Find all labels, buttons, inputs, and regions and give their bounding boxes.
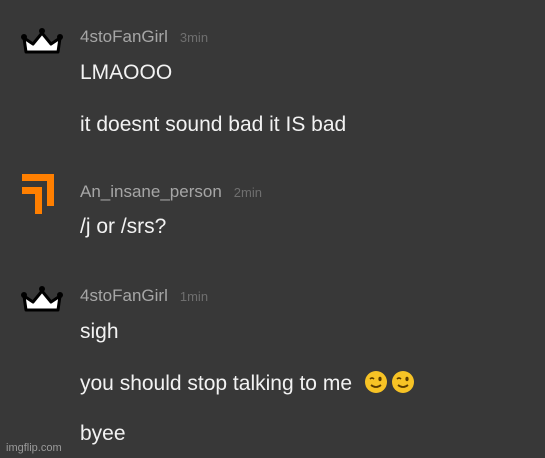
- message-text: you should stop talking to me: [80, 372, 352, 395]
- message-text: /j or /srs?: [80, 215, 167, 238]
- crown-icon[interactable]: [20, 24, 64, 60]
- timestamp: 3min: [179, 30, 209, 45]
- username-text[interactable]: An_insane_person: [80, 182, 222, 201]
- username[interactable]: An_insane_person 2min: [80, 182, 262, 202]
- crown-icon[interactable]: [20, 282, 64, 318]
- username-text[interactable]: 4stoFanGirl: [80, 286, 168, 305]
- timestamp: 1min: [179, 289, 209, 304]
- message-text: byee: [80, 422, 126, 445]
- winking-face-icon: [391, 371, 414, 393]
- imgflip-watermark: imgflip.com: [6, 442, 62, 454]
- message-text: sigh: [80, 320, 119, 343]
- message-text: LMAOOO: [80, 61, 173, 84]
- message-text-with-emoji: you should stop talking to me: [80, 370, 415, 396]
- timestamp: 2min: [233, 185, 262, 200]
- username[interactable]: 4stoFanGirl 3min: [80, 27, 208, 47]
- winking-face-icon: [364, 371, 387, 393]
- message-text: it doesnt sound bad it IS bad: [80, 113, 347, 136]
- username[interactable]: 4stoFanGirl 1min: [80, 286, 208, 306]
- orange-corner-logo-icon[interactable]: [20, 172, 56, 216]
- username-text[interactable]: 4stoFanGirl: [80, 27, 168, 46]
